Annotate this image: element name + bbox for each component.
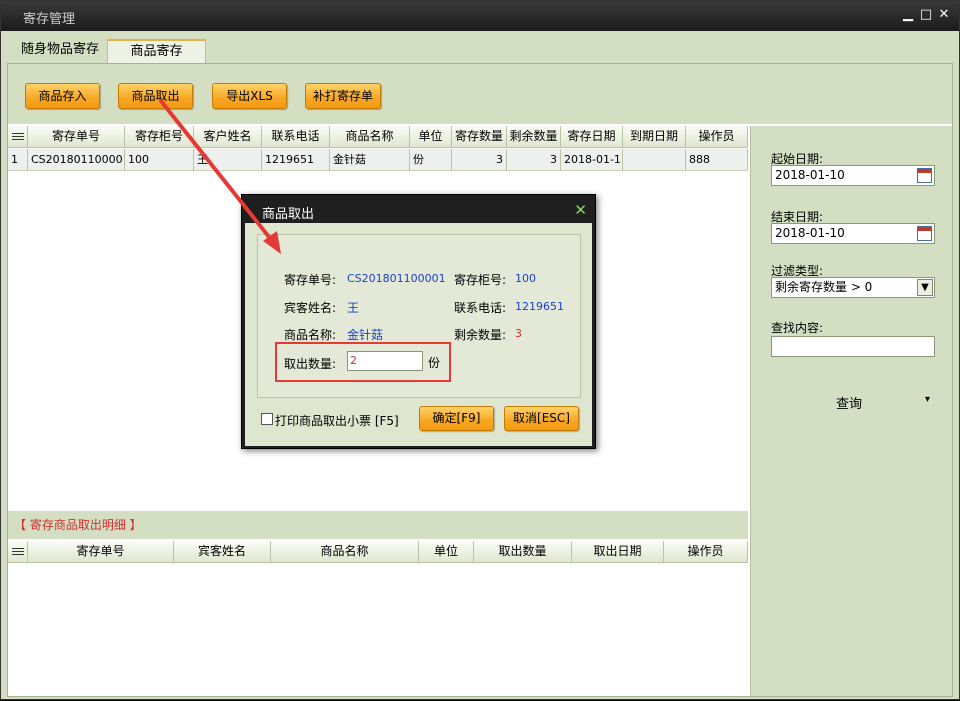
dialog-title: 商品取出 (262, 207, 315, 222)
cell-product: 金针菇 (330, 149, 410, 170)
title-bar: 寄存管理 ▁ □ ✕ (1, 1, 959, 31)
col-order-no[interactable]: 寄存单号 (28, 126, 125, 147)
product-value: 金针菇 (347, 328, 384, 342)
cancel-button[interactable]: 取消[ESC] (504, 406, 579, 431)
col-qty[interactable]: 寄存数量 (452, 126, 507, 147)
remain-value: 3 (515, 327, 522, 340)
detail-col-guest[interactable]: 宾客姓名 (174, 541, 271, 562)
detail-col-order-no[interactable]: 寄存单号 (28, 541, 174, 562)
highlight-box (275, 342, 451, 382)
col-customer[interactable]: 客户姓名 (194, 126, 262, 147)
cell-remain: 3 (507, 149, 561, 170)
col-unit[interactable]: 单位 (410, 126, 452, 147)
end-date-value: 2018-01-10 (775, 226, 845, 240)
detail-col-product[interactable]: 商品名称 (271, 541, 419, 562)
table-row[interactable]: 1 CS201801100001 100 王 1219651 金针菇 份 3 3… (8, 149, 748, 171)
store-goods-button[interactable]: 商品存入 (25, 83, 100, 109)
retrieve-goods-dialog: 商品取出 ✕ 寄存单号: CS201801100001 寄存柜号: 100 宾客… (241, 194, 596, 449)
toolbar: 商品存入 商品取出 导出XLS 补打寄存单 (8, 64, 952, 124)
query-button[interactable]: 查询 (836, 393, 862, 412)
phone-value: 1219651 (515, 300, 564, 313)
filter-type-select[interactable]: 剩余寄存数量 > 0 ▼ (771, 277, 935, 298)
cell-order-no: CS201801100001 (28, 149, 125, 170)
print-receipt-label[interactable]: 打印商品取出小票 [F5] (275, 412, 399, 429)
calendar-icon[interactable] (917, 168, 932, 183)
detail-col-operator[interactable]: 操作员 (664, 541, 748, 562)
dialog-body: 寄存单号: CS201801100001 寄存柜号: 100 宾客姓名: 王 联… (245, 223, 592, 446)
col-date[interactable]: 寄存日期 (561, 126, 623, 147)
row-index: 1 (8, 149, 28, 170)
detail-col-unit[interactable]: 单位 (419, 541, 474, 562)
cabinet-label: 寄存柜号: (454, 273, 507, 287)
order-no-value: CS201801100001 (347, 272, 446, 285)
filter-sidebar: 起始日期: 2018-01-10 结束日期: 2018-01-10 过滤类型: … (750, 126, 952, 696)
cell-date: 2018-01-1 (561, 149, 623, 170)
detail-section-title: 【 寄存商品取出明细 】 (8, 511, 748, 539)
close-icon[interactable]: ✕ (574, 201, 587, 219)
cabinet-value: 100 (515, 272, 536, 285)
col-phone[interactable]: 联系电话 (262, 126, 330, 147)
col-operator[interactable]: 操作员 (686, 126, 748, 147)
retrieve-goods-button[interactable]: 商品取出 (118, 83, 193, 109)
guest-label: 宾客姓名: (284, 301, 337, 315)
minimize-button[interactable]: ▁ (899, 6, 917, 24)
cell-phone: 1219651 (262, 149, 330, 170)
product-label: 商品名称: (284, 328, 337, 342)
cell-cabinet: 100 (125, 149, 194, 170)
cell-unit: 份 (410, 149, 452, 170)
dialog-fields: 寄存单号: CS201801100001 寄存柜号: 100 宾客姓名: 王 联… (257, 234, 581, 398)
search-label: 查找内容: (771, 321, 824, 335)
remain-label: 剩余数量: (454, 328, 507, 342)
tab-bar: 随身物品寄存 商品寄存 (1, 31, 959, 63)
app-window: 寄存管理 ▁ □ ✕ 随身物品寄存 商品寄存 商品存入 商品取出 导出XLS 补… (0, 0, 960, 700)
column-menu-icon[interactable] (8, 541, 28, 562)
reprint-receipt-button[interactable]: 补打寄存单 (305, 83, 381, 109)
detail-table-header: 寄存单号 宾客姓名 商品名称 单位 取出数量 取出日期 操作员 (8, 541, 748, 563)
calendar-icon[interactable] (917, 226, 932, 241)
tab-personal-items[interactable]: 随身物品寄存 (9, 39, 111, 63)
detail-col-date[interactable]: 取出日期 (572, 541, 664, 562)
storage-table-header: 寄存单号 寄存柜号 客户姓名 联系电话 商品名称 单位 寄存数量 剩余数量 寄存… (8, 126, 748, 148)
print-receipt-checkbox[interactable] (261, 413, 273, 425)
window-title: 寄存管理 (23, 12, 76, 27)
search-input[interactable] (771, 336, 935, 357)
confirm-button[interactable]: 确定[F9] (419, 406, 494, 431)
export-xls-button[interactable]: 导出XLS (212, 83, 287, 109)
cell-operator: 888 (686, 149, 748, 170)
cell-customer: 王 (194, 149, 262, 170)
start-date-input[interactable]: 2018-01-10 (771, 165, 935, 186)
column-menu-icon[interactable] (8, 126, 28, 147)
col-product[interactable]: 商品名称 (330, 126, 410, 147)
chevron-down-icon[interactable]: ▼ (917, 279, 933, 296)
col-remain[interactable]: 剩余数量 (507, 126, 561, 147)
maximize-button[interactable]: □ (917, 6, 935, 24)
col-cabinet[interactable]: 寄存柜号 (125, 126, 194, 147)
query-dropdown-icon[interactable]: ▾ (925, 394, 930, 405)
phone-label: 联系电话: (454, 301, 507, 315)
guest-value: 王 (347, 301, 360, 315)
order-no-label: 寄存单号: (284, 273, 337, 287)
tab-goods-storage[interactable]: 商品寄存 (107, 39, 206, 63)
cell-qty: 3 (452, 149, 507, 170)
col-due[interactable]: 到期日期 (623, 126, 686, 147)
end-date-input[interactable]: 2018-01-10 (771, 223, 935, 244)
start-date-value: 2018-01-10 (775, 168, 845, 182)
close-button[interactable]: ✕ (935, 6, 953, 24)
cell-due (623, 149, 686, 170)
detail-col-qty[interactable]: 取出数量 (474, 541, 572, 562)
filter-type-value: 剩余寄存数量 > 0 (775, 280, 873, 294)
